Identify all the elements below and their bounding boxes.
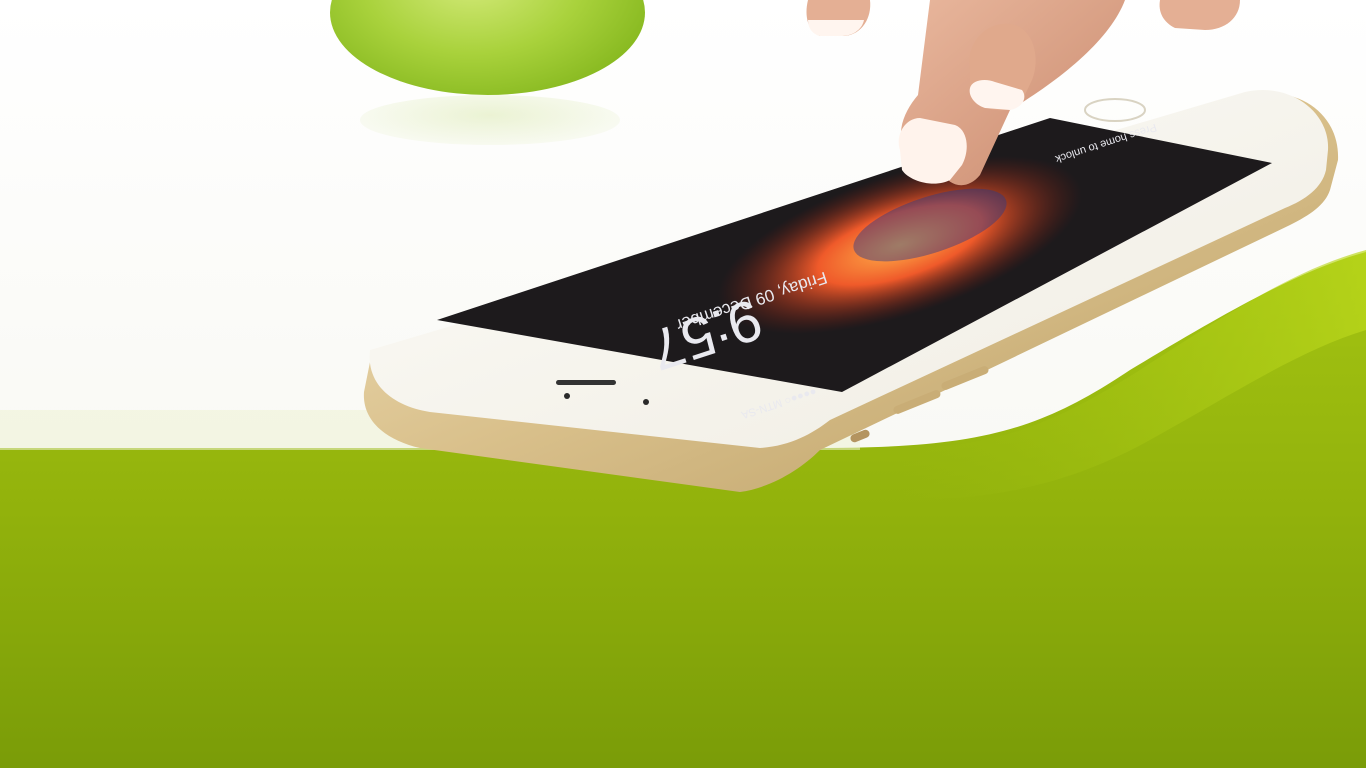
- phone-scene: 9:57 Friday, 09 December ●●●●○ MTN-SA Pr…: [0, 0, 1366, 768]
- home-button: [1084, 98, 1146, 122]
- earpiece: [556, 380, 616, 385]
- photo-scene: 9:57 Friday, 09 December ●●●●○ MTN-SA Pr…: [0, 0, 1366, 768]
